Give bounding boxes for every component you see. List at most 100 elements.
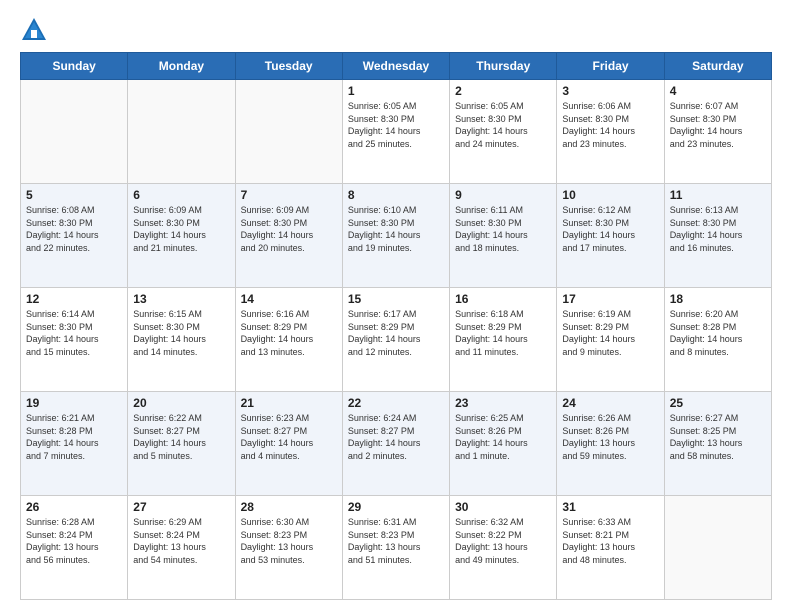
calendar-week-4: 19Sunrise: 6:21 AM Sunset: 8:28 PM Dayli… <box>21 392 772 496</box>
day-number: 9 <box>455 188 551 202</box>
calendar-table: SundayMondayTuesdayWednesdayThursdayFrid… <box>20 52 772 600</box>
calendar-cell: 11 Sunrise: 6:13 AM Sunset: 8:30 PM Dayli… <box>664 184 771 288</box>
day-info: Sunrise: 6:05 AM Sunset: 8:30 PM Dayligh… <box>348 100 444 150</box>
calendar-cell <box>21 80 128 184</box>
day-info: Sunrise: 6:10 AM Sunset: 8:30 PM Dayligh… <box>348 204 444 254</box>
calendar-cell: 9 Sunrise: 6:11 AM Sunset: 8:30 PM Daylig… <box>450 184 557 288</box>
calendar-cell: 23 Sunrise: 6:25 AM Sunset: 8:26 PM Dayli… <box>450 392 557 496</box>
day-info: Sunrise: 6:20 AM Sunset: 8:28 PM Dayligh… <box>670 308 766 358</box>
day-number: 31 <box>562 500 658 514</box>
calendar-cell: 22Sunrise: 6:24 AM Sunset: 8:27 PM Dayli… <box>342 392 449 496</box>
calendar-cell: 21 Sunrise: 6:23 AM Sunset: 8:27 PM Dayli… <box>235 392 342 496</box>
weekday-header-wednesday: Wednesday <box>342 53 449 80</box>
logo-icon <box>20 16 48 44</box>
calendar-cell: 8 Sunrise: 6:10 AM Sunset: 8:30 PM Daylig… <box>342 184 449 288</box>
calendar-cell <box>664 496 771 600</box>
calendar-cell: 26 Sunrise: 6:28 AM Sunset: 8:24 PM Dayli… <box>21 496 128 600</box>
day-number: 6 <box>133 188 229 202</box>
day-info: Sunrise: 6:33 AM Sunset: 8:21 PM Dayligh… <box>562 516 658 566</box>
calendar-week-2: 5Sunrise: 6:08 AM Sunset: 8:30 PM Daylig… <box>21 184 772 288</box>
calendar-cell: 30 Sunrise: 6:32 AM Sunset: 8:22 PM Dayli… <box>450 496 557 600</box>
day-number: 21 <box>241 396 337 410</box>
day-info: Sunrise: 6:09 AM Sunset: 8:30 PM Dayligh… <box>241 204 337 254</box>
day-number: 22 <box>348 396 444 410</box>
day-number: 19 <box>26 396 122 410</box>
calendar-cell: 15Sunrise: 6:17 AM Sunset: 8:29 PM Dayli… <box>342 288 449 392</box>
day-info: Sunrise: 6:14 AM Sunset: 8:30 PM Dayligh… <box>26 308 122 358</box>
day-number: 7 <box>241 188 337 202</box>
calendar-cell: 13Sunrise: 6:15 AM Sunset: 8:30 PM Dayli… <box>128 288 235 392</box>
day-number: 8 <box>348 188 444 202</box>
day-number: 23 <box>455 396 551 410</box>
day-info: Sunrise: 6:29 AM Sunset: 8:24 PM Dayligh… <box>133 516 229 566</box>
day-info: Sunrise: 6:11 AM Sunset: 8:30 PM Dayligh… <box>455 204 551 254</box>
day-number: 11 <box>670 188 766 202</box>
day-info: Sunrise: 6:07 AM Sunset: 8:30 PM Dayligh… <box>670 100 766 150</box>
day-info: Sunrise: 6:18 AM Sunset: 8:29 PM Dayligh… <box>455 308 551 358</box>
day-number: 2 <box>455 84 551 98</box>
calendar-cell: 16 Sunrise: 6:18 AM Sunset: 8:29 PM Dayli… <box>450 288 557 392</box>
calendar-week-3: 12 Sunrise: 6:14 AM Sunset: 8:30 PM Dayli… <box>21 288 772 392</box>
calendar-cell: 29 Sunrise: 6:31 AM Sunset: 8:23 PM Dayli… <box>342 496 449 600</box>
day-info: Sunrise: 6:17 AM Sunset: 8:29 PM Dayligh… <box>348 308 444 358</box>
calendar-cell: 1 Sunrise: 6:05 AM Sunset: 8:30 PM Daylig… <box>342 80 449 184</box>
day-info: Sunrise: 6:28 AM Sunset: 8:24 PM Dayligh… <box>26 516 122 566</box>
weekday-header-row: SundayMondayTuesdayWednesdayThursdayFrid… <box>21 53 772 80</box>
day-number: 4 <box>670 84 766 98</box>
day-number: 5 <box>26 188 122 202</box>
day-info: Sunrise: 6:22 AM Sunset: 8:27 PM Dayligh… <box>133 412 229 462</box>
weekday-header-monday: Monday <box>128 53 235 80</box>
day-number: 25 <box>670 396 766 410</box>
calendar-cell: 20Sunrise: 6:22 AM Sunset: 8:27 PM Dayli… <box>128 392 235 496</box>
day-info: Sunrise: 6:09 AM Sunset: 8:30 PM Dayligh… <box>133 204 229 254</box>
calendar-cell: 6 Sunrise: 6:09 AM Sunset: 8:30 PM Daylig… <box>128 184 235 288</box>
day-info: Sunrise: 6:06 AM Sunset: 8:30 PM Dayligh… <box>562 100 658 150</box>
weekday-header-sunday: Sunday <box>21 53 128 80</box>
calendar-cell: 3 Sunrise: 6:06 AM Sunset: 8:30 PM Daylig… <box>557 80 664 184</box>
calendar-cell: 18Sunrise: 6:20 AM Sunset: 8:28 PM Dayli… <box>664 288 771 392</box>
calendar-cell: 12 Sunrise: 6:14 AM Sunset: 8:30 PM Dayli… <box>21 288 128 392</box>
day-info: Sunrise: 6:05 AM Sunset: 8:30 PM Dayligh… <box>455 100 551 150</box>
day-info: Sunrise: 6:25 AM Sunset: 8:26 PM Dayligh… <box>455 412 551 462</box>
calendar-cell: 14 Sunrise: 6:16 AM Sunset: 8:29 PM Dayli… <box>235 288 342 392</box>
day-number: 14 <box>241 292 337 306</box>
day-number: 1 <box>348 84 444 98</box>
logo <box>20 16 50 44</box>
day-info: Sunrise: 6:32 AM Sunset: 8:22 PM Dayligh… <box>455 516 551 566</box>
calendar-cell: 19Sunrise: 6:21 AM Sunset: 8:28 PM Dayli… <box>21 392 128 496</box>
weekday-header-friday: Friday <box>557 53 664 80</box>
day-number: 24 <box>562 396 658 410</box>
day-number: 30 <box>455 500 551 514</box>
day-info: Sunrise: 6:27 AM Sunset: 8:25 PM Dayligh… <box>670 412 766 462</box>
calendar-cell: 17 Sunrise: 6:19 AM Sunset: 8:29 PM Dayli… <box>557 288 664 392</box>
day-info: Sunrise: 6:23 AM Sunset: 8:27 PM Dayligh… <box>241 412 337 462</box>
calendar-week-5: 26 Sunrise: 6:28 AM Sunset: 8:24 PM Dayli… <box>21 496 772 600</box>
calendar-cell <box>128 80 235 184</box>
day-number: 3 <box>562 84 658 98</box>
day-number: 29 <box>348 500 444 514</box>
day-number: 17 <box>562 292 658 306</box>
day-info: Sunrise: 6:16 AM Sunset: 8:29 PM Dayligh… <box>241 308 337 358</box>
day-number: 26 <box>26 500 122 514</box>
day-number: 10 <box>562 188 658 202</box>
day-info: Sunrise: 6:13 AM Sunset: 8:30 PM Dayligh… <box>670 204 766 254</box>
calendar-cell: 25 Sunrise: 6:27 AM Sunset: 8:25 PM Dayli… <box>664 392 771 496</box>
calendar-cell: 24Sunrise: 6:26 AM Sunset: 8:26 PM Dayli… <box>557 392 664 496</box>
calendar-cell: 31 Sunrise: 6:33 AM Sunset: 8:21 PM Dayli… <box>557 496 664 600</box>
day-info: Sunrise: 6:12 AM Sunset: 8:30 PM Dayligh… <box>562 204 658 254</box>
day-info: Sunrise: 6:19 AM Sunset: 8:29 PM Dayligh… <box>562 308 658 358</box>
day-info: Sunrise: 6:15 AM Sunset: 8:30 PM Dayligh… <box>133 308 229 358</box>
day-number: 16 <box>455 292 551 306</box>
calendar-cell: 28Sunrise: 6:30 AM Sunset: 8:23 PM Dayli… <box>235 496 342 600</box>
weekday-header-thursday: Thursday <box>450 53 557 80</box>
weekday-header-tuesday: Tuesday <box>235 53 342 80</box>
calendar-cell <box>235 80 342 184</box>
calendar-cell: 2 Sunrise: 6:05 AM Sunset: 8:30 PM Daylig… <box>450 80 557 184</box>
calendar-cell: 5Sunrise: 6:08 AM Sunset: 8:30 PM Daylig… <box>21 184 128 288</box>
calendar-cell: 10 Sunrise: 6:12 AM Sunset: 8:30 PM Dayli… <box>557 184 664 288</box>
calendar-cell: 7 Sunrise: 6:09 AM Sunset: 8:30 PM Daylig… <box>235 184 342 288</box>
day-number: 12 <box>26 292 122 306</box>
day-info: Sunrise: 6:30 AM Sunset: 8:23 PM Dayligh… <box>241 516 337 566</box>
calendar-week-1: 1 Sunrise: 6:05 AM Sunset: 8:30 PM Daylig… <box>21 80 772 184</box>
day-info: Sunrise: 6:31 AM Sunset: 8:23 PM Dayligh… <box>348 516 444 566</box>
